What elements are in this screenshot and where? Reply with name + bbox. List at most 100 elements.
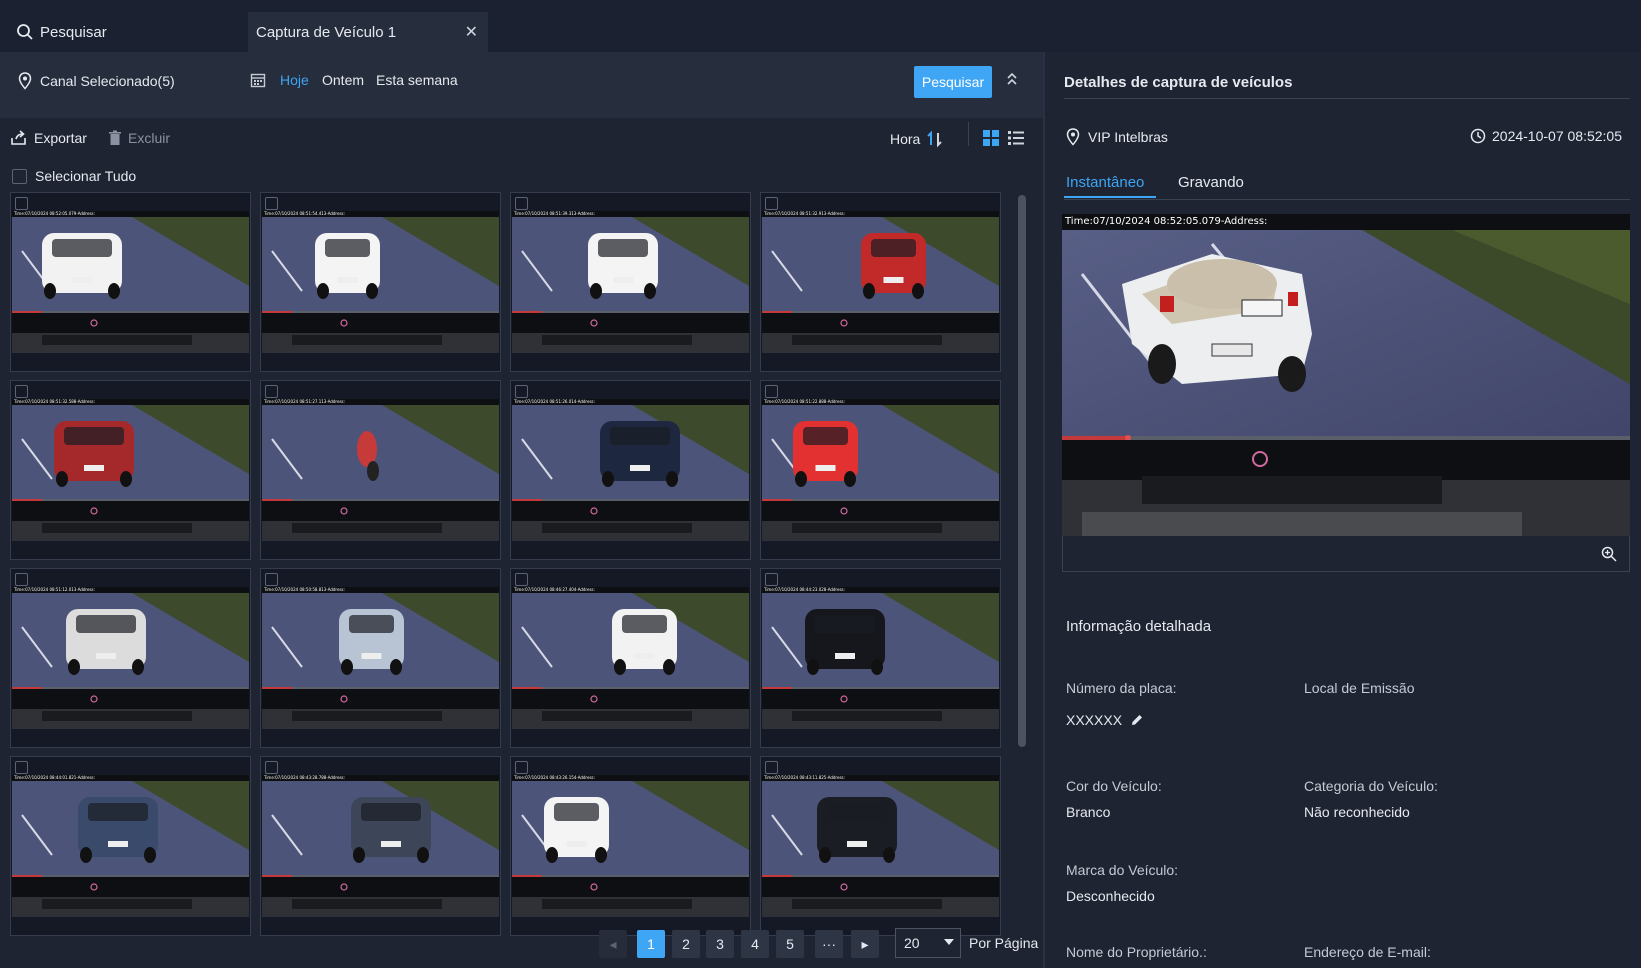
vehicle-suv (78, 797, 158, 863)
vehicle-suv (817, 797, 897, 863)
email-label: Endereço de E-mail: (1304, 944, 1431, 960)
tile-checkbox[interactable] (515, 385, 528, 398)
page-button-2[interactable]: 2 (672, 930, 700, 958)
capture-thumbnail[interactable]: Time:07/10/2024 08:51:26.014-Address: (512, 399, 749, 541)
capture-thumbnail[interactable]: Time:07/10/2024 08:52:05.079-Address: (12, 211, 249, 353)
capture-tile[interactable]: Time:07/10/2024 08:44:01.821-Address: (10, 756, 251, 936)
capture-tile[interactable]: Time:07/10/2024 08:51:39.313-Address: (510, 192, 751, 372)
tile-checkbox[interactable] (765, 573, 778, 586)
tile-checkbox[interactable] (265, 573, 278, 586)
capture-tile[interactable]: Time:07/10/2024 08:51:12.013-Address: (10, 568, 251, 748)
tile-checkbox[interactable] (515, 761, 528, 774)
edit-icon[interactable] (1130, 713, 1144, 727)
capture-thumbnail[interactable]: Time:07/10/2024 08:51:27.113-Address: (262, 399, 499, 541)
location-pin-icon (1066, 128, 1080, 146)
vehicle-snapshot (1062, 214, 1630, 536)
grid-scrollbar[interactable] (1018, 195, 1026, 747)
next-page-button[interactable]: ▸ (851, 930, 879, 958)
tile-checkbox[interactable] (15, 573, 28, 586)
prev-page-button[interactable]: ◂ (599, 930, 627, 958)
capture-tile[interactable]: Time:07/10/2024 08:52:05.079-Address: (10, 192, 251, 372)
tab-snapshot[interactable]: Instantâneo (1066, 174, 1144, 191)
close-icon[interactable]: ✕ (465, 22, 478, 42)
page-button-1[interactable]: 1 (637, 930, 665, 958)
capture-thumbnail[interactable]: Time:07/10/2024 08:51:32.588-Address: (12, 399, 249, 541)
list-view-icon[interactable] (1008, 130, 1024, 149)
tile-checkbox[interactable] (15, 385, 28, 398)
tile-checkbox[interactable] (765, 385, 778, 398)
tile-checkbox[interactable] (765, 197, 778, 210)
filter-today[interactable]: Hoje (280, 72, 309, 88)
page-button-3[interactable]: 3 (706, 930, 734, 958)
select-all[interactable]: Selecionar Tudo (12, 168, 136, 184)
capture-tile[interactable]: Time:07/10/2024 08:51:26.014-Address: (510, 380, 751, 560)
capture-tile[interactable]: Time:07/10/2024 08:51:27.113-Address: (260, 380, 501, 560)
zoom-in-icon[interactable] (1601, 546, 1617, 562)
capture-thumbnail[interactable]: Time:07/10/2024 08:43:26.154-Address: (512, 775, 749, 917)
color-label: Cor do Veículo: (1066, 778, 1162, 794)
capture-thumbnail[interactable]: Time:07/10/2024 08:44:01.821-Address: (12, 775, 249, 917)
brand-value: Desconhecido (1066, 888, 1155, 904)
vehicle-van (588, 233, 658, 299)
tile-checkbox[interactable] (515, 573, 528, 586)
capture-tile[interactable]: Time:07/10/2024 08:51:32.913-Address: (760, 192, 1001, 372)
snapshot-image[interactable]: Time:07/10/2024 08:52:05.079-Address: (1062, 214, 1630, 536)
capture-thumbnail[interactable]: Time:07/10/2024 08:51:22.888-Address: (762, 399, 999, 541)
page-button-5[interactable]: 5 (776, 930, 804, 958)
details-title: Detalhes de captura de veículos (1064, 74, 1293, 91)
capture-tile[interactable]: Time:07/10/2024 08:43:28.788-Address: (260, 756, 501, 936)
capture-thumbnail[interactable]: Time:07/10/2024 08:46:27.404-Address: (512, 587, 749, 729)
capture-thumbnail[interactable]: Time:07/10/2024 08:50:58.813-Address: (262, 587, 499, 729)
capture-thumbnail[interactable]: Time:07/10/2024 08:51:12.013-Address: (12, 587, 249, 729)
vehicle-hatch (544, 797, 609, 863)
capture-tile[interactable]: Time:07/10/2024 08:43:26.154-Address: (510, 756, 751, 936)
select-all-checkbox[interactable] (12, 168, 27, 184)
capture-tile[interactable]: Time:07/10/2024 08:51:32.588-Address: (10, 380, 251, 560)
per-page-select[interactable]: 20 (895, 928, 961, 958)
grid-view-icon[interactable] (983, 130, 999, 149)
tile-checkbox[interactable] (265, 197, 278, 210)
tab-search[interactable]: Pesquisar (0, 12, 240, 52)
category-label: Categoria do Veículo: (1304, 778, 1438, 794)
capture-thumbnail[interactable]: Time:07/10/2024 08:51:39.313-Address: (512, 211, 749, 353)
capture-thumbnail[interactable]: Time:07/10/2024 08:51:54.413-Address: (262, 211, 499, 353)
tab-vehicle-capture[interactable]: Captura de Veículo 1 ✕ (248, 12, 488, 52)
search-button[interactable]: Pesquisar (914, 66, 992, 98)
capture-tile[interactable]: Time:07/10/2024 08:46:27.404-Address: (510, 568, 751, 748)
category-value: Não reconhecido (1304, 804, 1410, 820)
tile-checkbox[interactable] (15, 197, 28, 210)
export-button[interactable]: Exportar (10, 130, 87, 146)
capture-tile[interactable]: Time:07/10/2024 08:44:23.028-Address: (760, 568, 1001, 748)
tab-capture-label: Captura de Veículo 1 (256, 23, 397, 41)
tile-checkbox[interactable] (265, 385, 278, 398)
capture-tile[interactable]: Time:07/10/2024 08:51:54.413-Address: (260, 192, 501, 372)
capture-tile[interactable]: Time:07/10/2024 08:43:11.825-Address: (760, 756, 1001, 936)
capture-thumbnail[interactable]: Time:07/10/2024 08:43:11.825-Address: (762, 775, 999, 917)
owner-label: Nome do Proprietário.: (1066, 944, 1207, 960)
tile-timestamp: Time:07/10/2024 08:51:39.313-Address: (514, 211, 595, 216)
capture-thumbnail[interactable]: Time:07/10/2024 08:43:28.788-Address: (262, 775, 499, 917)
tile-timestamp: Time:07/10/2024 08:51:22.888-Address: (764, 399, 845, 404)
capture-tile[interactable]: Time:07/10/2024 08:51:22.888-Address: (760, 380, 1001, 560)
filter-yesterday[interactable]: Ontem (322, 72, 364, 88)
more-pages[interactable]: ··· (815, 930, 843, 958)
capture-location: VIP Intelbras (1066, 128, 1168, 146)
capture-thumbnail[interactable]: Time:07/10/2024 08:51:32.913-Address: (762, 211, 999, 353)
delete-button[interactable]: Excluir (108, 130, 170, 146)
capture-thumbnail[interactable]: Time:07/10/2024 08:44:23.028-Address: (762, 587, 999, 729)
tile-checkbox[interactable] (515, 197, 528, 210)
sort-by-time[interactable]: Hora (890, 130, 944, 148)
tile-timestamp: Time:07/10/2024 08:50:58.813-Address: (264, 587, 345, 592)
calendar-icon[interactable] (250, 72, 266, 91)
tile-checkbox[interactable] (765, 761, 778, 774)
tile-checkbox[interactable] (15, 761, 28, 774)
channel-selector[interactable]: Canal Selecionado(5) (18, 72, 175, 90)
capture-tile[interactable]: Time:07/10/2024 08:50:58.813-Address: (260, 568, 501, 748)
page-button-4[interactable]: 4 (741, 930, 769, 958)
tab-recording[interactable]: Gravando (1178, 174, 1244, 191)
plate-label: Número da placa: (1066, 680, 1177, 696)
tile-checkbox[interactable] (265, 761, 278, 774)
collapse-icon[interactable] (1006, 72, 1018, 89)
plate-field: XXXXXX (1066, 712, 1144, 728)
filter-this-week[interactable]: Esta semana (376, 72, 458, 88)
